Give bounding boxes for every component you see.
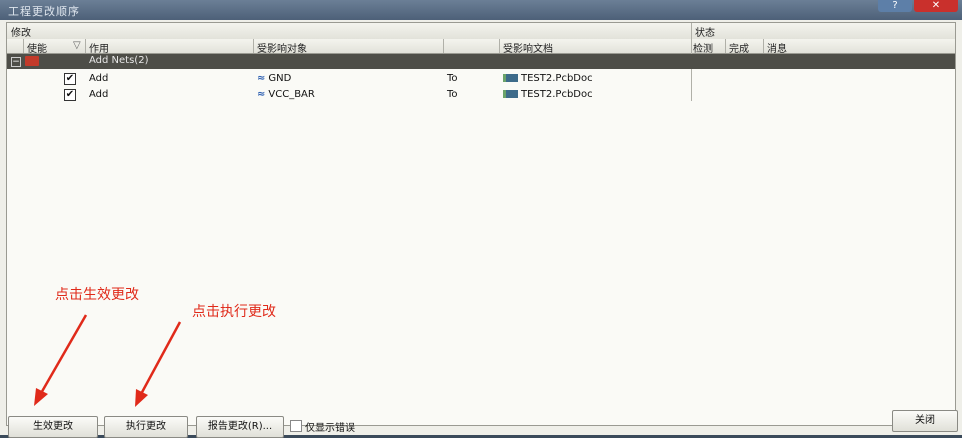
close-button[interactable]: 关闭 — [892, 410, 958, 432]
annotation-arrows — [34, 314, 182, 407]
only-errors-label: 仅显示错误 — [305, 423, 355, 434]
arrow-execute — [138, 321, 182, 397]
annotation-execute: 点击执行更改 — [192, 304, 276, 320]
arrow-validate — [38, 314, 88, 396]
window-title: 工程更改顺序 — [8, 5, 80, 18]
annotation-validate: 点击生效更改 — [55, 287, 139, 303]
arrowhead-validate — [34, 388, 48, 406]
close-window-button[interactable]: ✕ — [914, 0, 958, 12]
engineering-change-order-dialog: 修改 状态 使能 ▽ 作用 受影响对象 受影响文档 检测 完成 消息 − Add… — [0, 20, 962, 438]
help-button[interactable]: ? — [878, 0, 912, 12]
only-errors-checkbox[interactable] — [290, 420, 302, 432]
title-bar: 工程更改顺序 ? ✕ — [0, 0, 962, 20]
